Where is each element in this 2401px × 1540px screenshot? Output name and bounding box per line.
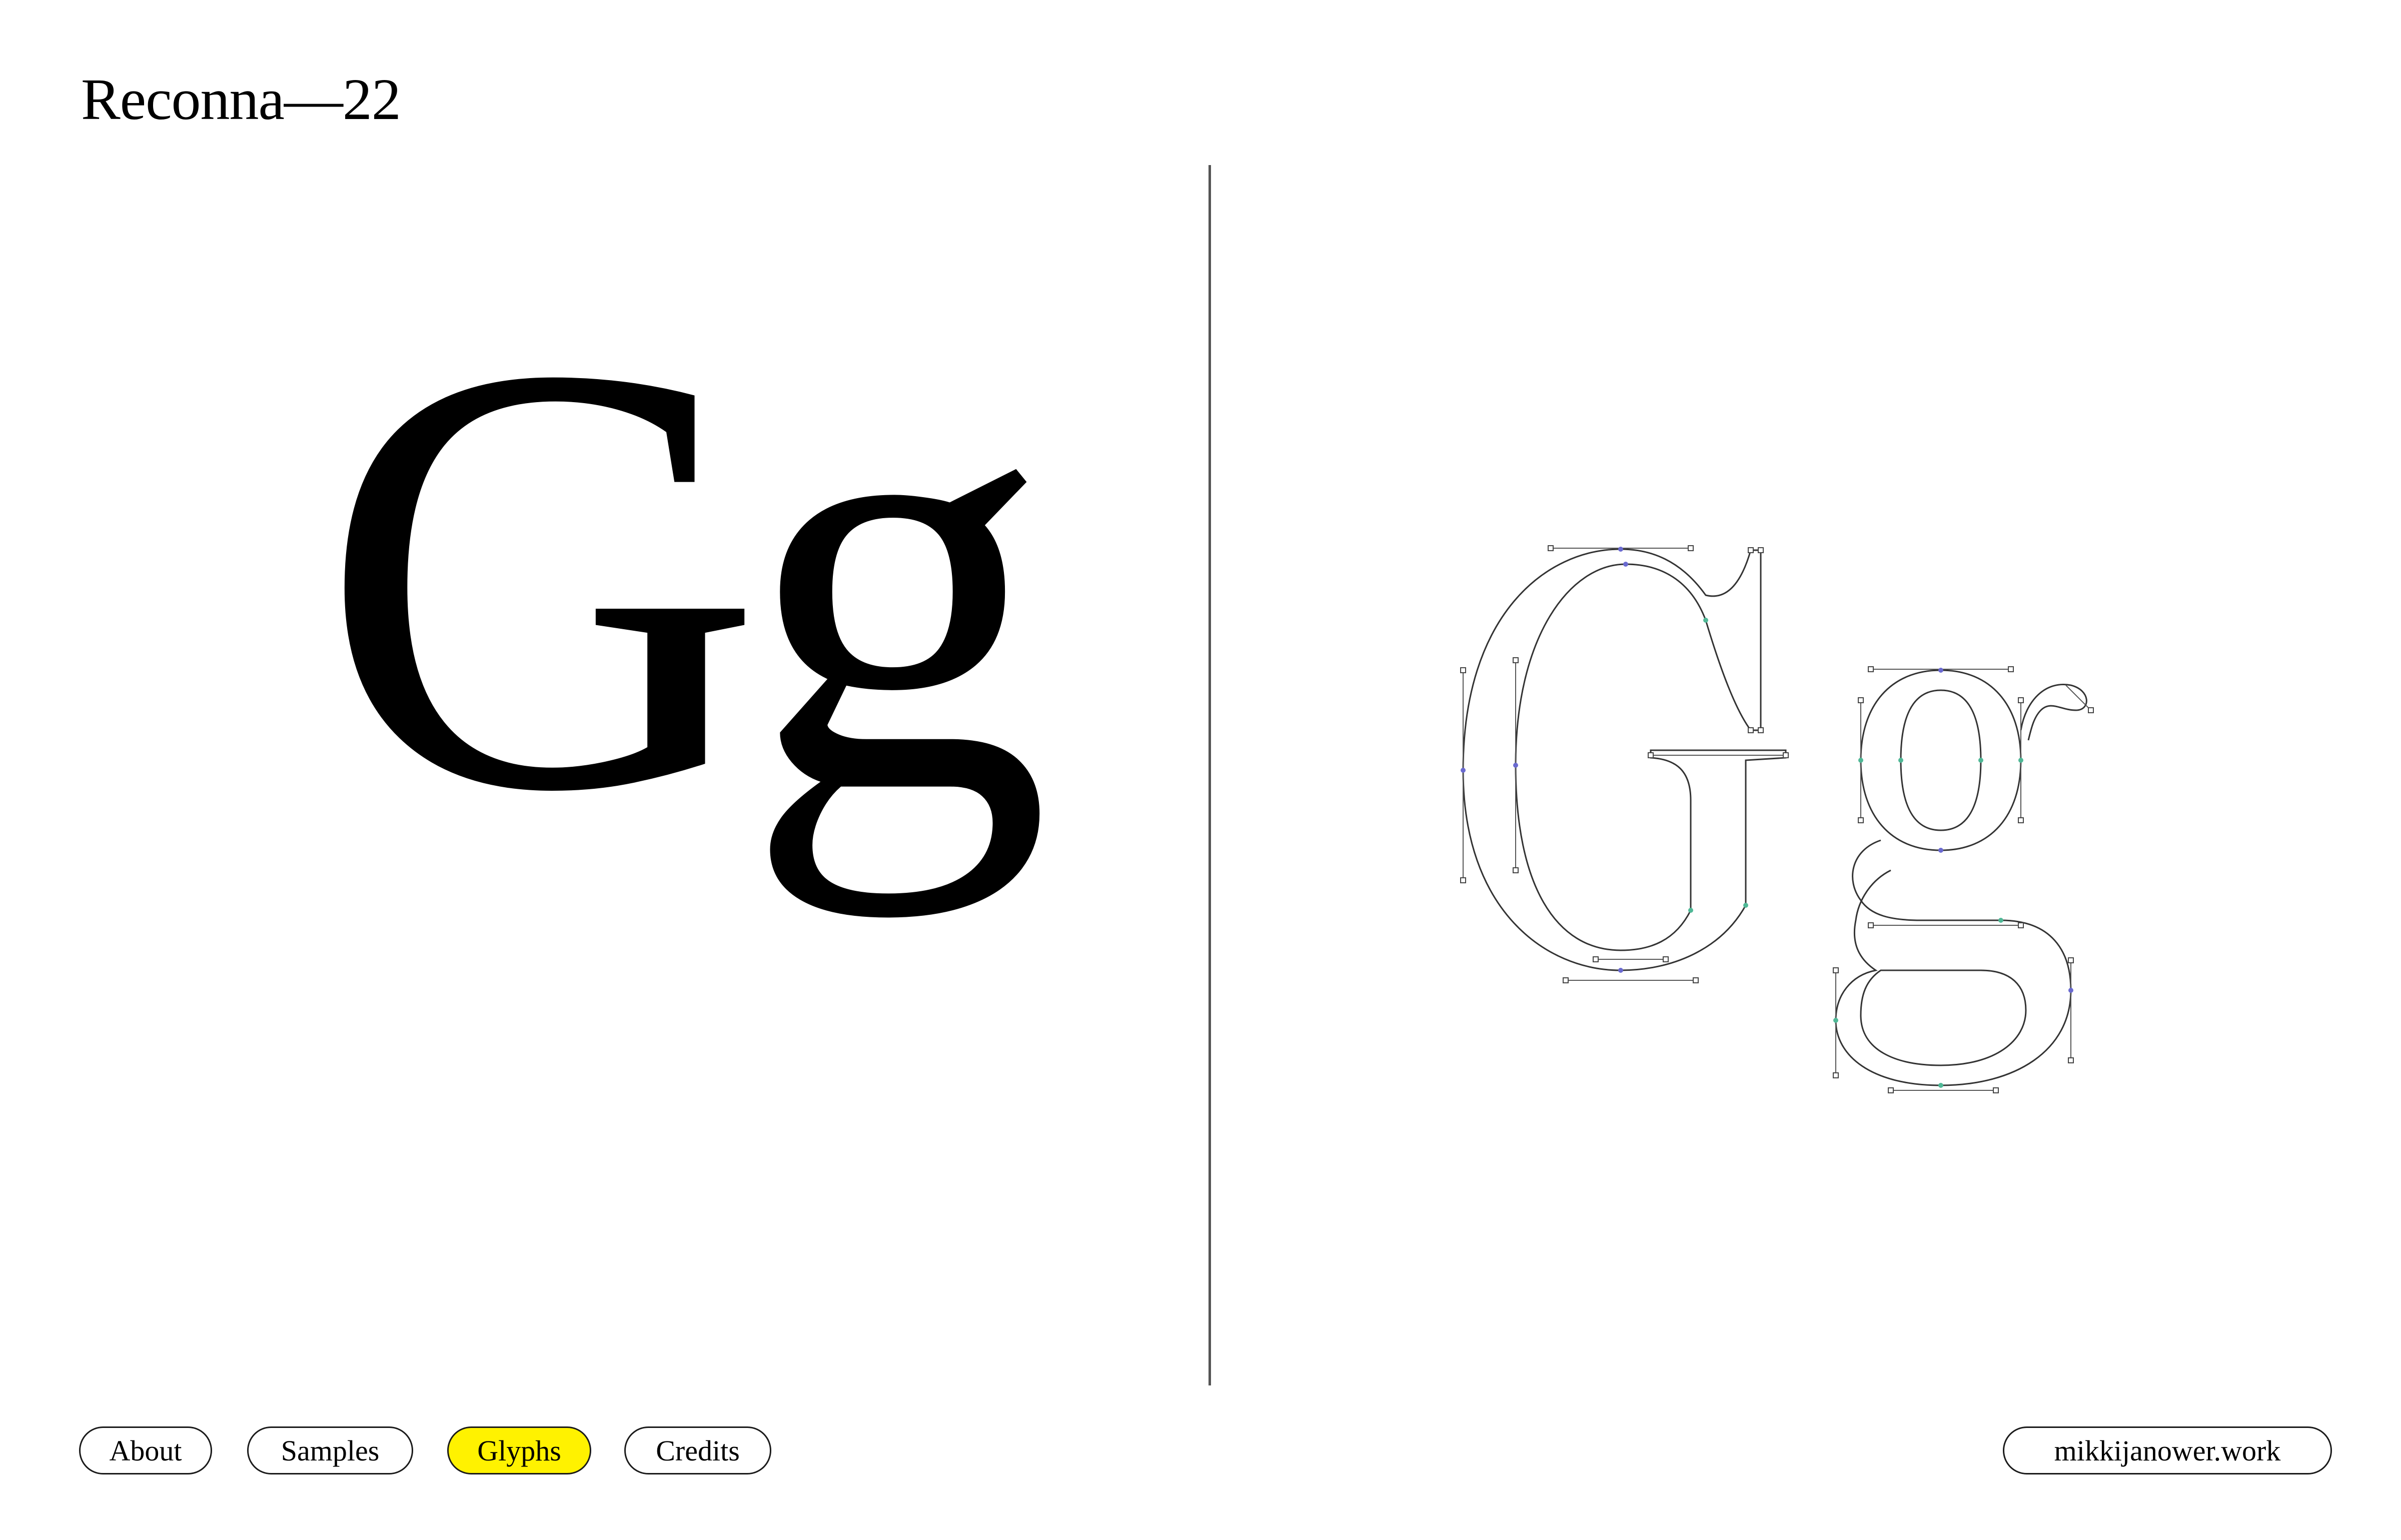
outline-nodes-on-curve [1461,547,2073,993]
glyph-solid-text: Gg [319,237,1051,918]
glyph-specimen-outline [1460,545,2094,1093]
site-link-button[interactable]: mikkijanower.work [2003,1426,2332,1474]
glyph-specimen-solid: Gg [295,270,1055,900]
outline-g-contour [1835,669,2087,1086]
outline-G-contour [1462,548,1787,971]
nav-samples-button[interactable]: Samples [247,1426,413,1474]
nav-credits-button[interactable]: Credits [624,1426,771,1474]
page-title: Reconna—22 [81,67,401,132]
vertical-divider [1209,165,1211,1385]
nav-glyphs-button[interactable]: Glyphs [447,1426,591,1474]
outline-handles [1463,548,2091,1091]
outline-nodes [1460,545,2094,1093]
nav-about-button[interactable]: About [79,1426,212,1474]
outline-nodes-smooth [1688,618,2023,1088]
